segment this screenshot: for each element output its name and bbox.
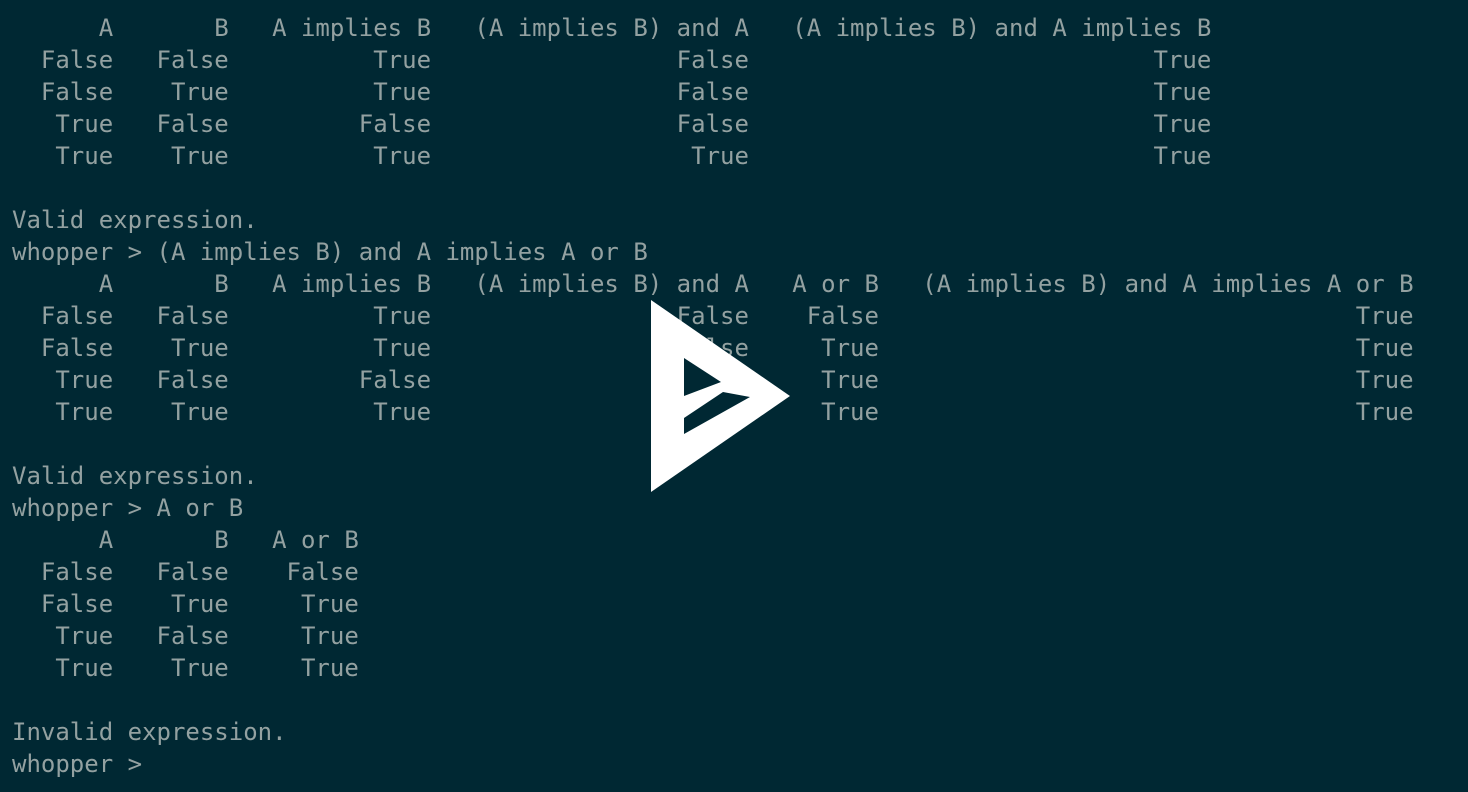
- terminal-window[interactable]: A B A implies B (A implies B) and A (A i…: [0, 0, 1468, 792]
- terminal-line: True True True: [12, 654, 359, 682]
- play-button[interactable]: [651, 300, 791, 493]
- terminal-line: Invalid expression.: [12, 718, 287, 746]
- terminal-prompt-line[interactable]: whopper >: [12, 748, 1414, 780]
- terminal-line: False False True False True: [12, 46, 1212, 74]
- terminal-line: True False False False True: [12, 110, 1212, 138]
- terminal-line: Valid expression.: [12, 206, 258, 234]
- terminal-line: True True True True True: [12, 142, 1212, 170]
- terminal-line: whopper > (A implies B) and A implies A …: [12, 238, 648, 266]
- terminal-line: A B A implies B (A implies B) and A (A i…: [12, 14, 1212, 42]
- terminal-line: whopper > A or B: [12, 494, 244, 522]
- terminal-line: False True True False True: [12, 78, 1212, 106]
- asciinema-play-icon: [651, 300, 790, 492]
- terminal-line: False True True: [12, 590, 359, 618]
- terminal-line: A B A implies B (A implies B) and A A or…: [12, 270, 1414, 298]
- terminal-line: True False True: [12, 622, 359, 650]
- terminal-line: A B A or B: [12, 526, 359, 554]
- terminal-line: False False False: [12, 558, 359, 586]
